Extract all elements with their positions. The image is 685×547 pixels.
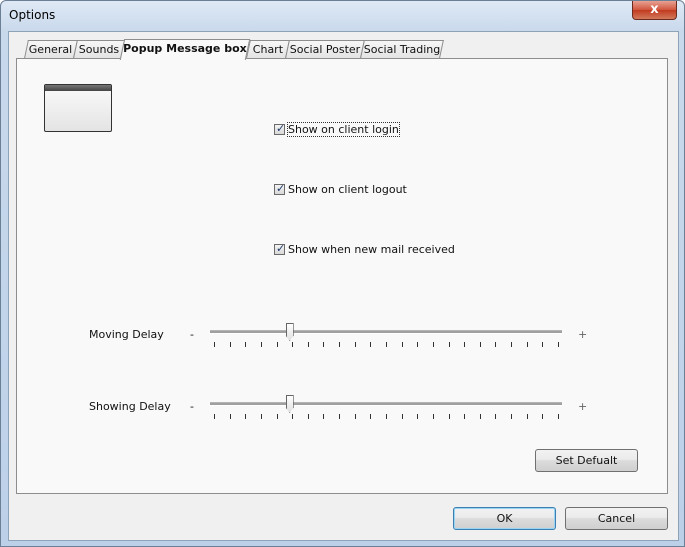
slider-tick bbox=[214, 342, 215, 347]
slider-tick bbox=[432, 414, 434, 419]
slider-tick bbox=[401, 342, 403, 347]
slider-tick bbox=[558, 342, 559, 347]
slider-tick bbox=[542, 342, 544, 347]
showing-delay-max-label: + bbox=[578, 400, 588, 413]
slider-tick bbox=[464, 342, 466, 347]
slider-tick bbox=[245, 342, 247, 347]
checkbox-box[interactable]: ✓ bbox=[274, 241, 286, 255]
slider-tick bbox=[339, 414, 341, 419]
slider-tick bbox=[386, 342, 387, 347]
slider-tick bbox=[526, 414, 528, 419]
slider-tick bbox=[417, 414, 419, 419]
slider-tick bbox=[354, 342, 356, 347]
slider-track bbox=[210, 402, 562, 406]
slider-thumb[interactable] bbox=[285, 395, 294, 413]
slider-tick bbox=[354, 414, 356, 419]
checkbox-box[interactable]: ✓ bbox=[274, 121, 286, 135]
title-bar[interactable]: Options x bbox=[1, 1, 684, 29]
slider-thumb[interactable] bbox=[285, 323, 294, 341]
slider-tick bbox=[526, 342, 528, 347]
window-title: Options bbox=[9, 8, 56, 22]
showing-delay-min-label: - bbox=[190, 400, 194, 413]
tab-social-trading[interactable]: Social Trading bbox=[360, 40, 444, 58]
tab-social-poster[interactable]: Social Poster bbox=[285, 40, 365, 58]
slider-tick bbox=[401, 414, 403, 419]
slider-tick bbox=[307, 342, 309, 347]
slider-track bbox=[210, 330, 562, 334]
slider-tick bbox=[323, 414, 325, 419]
cancel-button[interactable]: Cancel bbox=[565, 507, 668, 530]
popup-window-icon bbox=[44, 84, 112, 132]
slider-tick bbox=[260, 342, 262, 347]
checkbox-label: Show on client login bbox=[287, 121, 400, 137]
slider-tick bbox=[495, 342, 497, 347]
show-on-login-checkbox[interactable]: ✓ Show on client login bbox=[274, 121, 400, 137]
slider-tick bbox=[370, 414, 372, 419]
slider-tick bbox=[479, 414, 481, 419]
moving-delay-slider[interactable] bbox=[210, 323, 562, 356]
close-button[interactable]: x bbox=[632, 1, 677, 20]
slider-tick bbox=[432, 342, 434, 347]
slider-tick bbox=[542, 414, 544, 419]
slider-tick bbox=[276, 342, 278, 347]
showing-delay-label: Showing Delay bbox=[89, 400, 171, 413]
check-icon: ✓ bbox=[276, 181, 286, 195]
ok-button[interactable]: OK bbox=[453, 507, 556, 530]
slider-tick bbox=[214, 414, 215, 419]
checkbox-box[interactable]: ✓ bbox=[274, 181, 286, 195]
slider-tick bbox=[245, 414, 247, 419]
slider-tick bbox=[260, 414, 262, 419]
slider-tick bbox=[464, 414, 466, 419]
tab-popup-message-box[interactable]: Popup Message box bbox=[119, 39, 251, 60]
slider-tick bbox=[292, 414, 294, 419]
slider-tick bbox=[417, 342, 419, 347]
slider-tick bbox=[307, 414, 309, 419]
moving-delay-label: Moving Delay bbox=[89, 328, 164, 341]
slider-tick bbox=[292, 342, 294, 347]
check-icon: ✓ bbox=[276, 121, 286, 135]
slider-tick bbox=[370, 342, 372, 347]
check-icon: ✓ bbox=[276, 241, 286, 255]
slider-tick bbox=[448, 342, 450, 347]
slider-tick bbox=[229, 414, 231, 419]
slider-tick bbox=[448, 414, 450, 419]
tab-sounds[interactable]: Sounds bbox=[73, 40, 125, 58]
checkbox-label: Show when new mail received bbox=[288, 242, 455, 256]
slider-tick bbox=[511, 342, 513, 347]
tab-general[interactable]: General bbox=[24, 40, 78, 58]
moving-delay-max-label: + bbox=[578, 328, 588, 341]
set-default-button[interactable]: Set Defualt bbox=[535, 449, 638, 472]
showing-delay-slider[interactable] bbox=[210, 395, 562, 428]
slider-tick bbox=[495, 414, 497, 419]
show-on-mail-checkbox[interactable]: ✓ Show when new mail received bbox=[274, 241, 455, 257]
tab-chart[interactable]: Chart bbox=[246, 40, 290, 58]
slider-tick bbox=[323, 342, 325, 347]
checkbox-label: Show on client logout bbox=[288, 182, 407, 196]
slider-tick bbox=[276, 414, 278, 419]
slider-tick bbox=[558, 414, 559, 419]
slider-tick bbox=[386, 414, 387, 419]
slider-tick bbox=[229, 342, 231, 347]
slider-tick bbox=[511, 414, 513, 419]
slider-tick bbox=[479, 342, 481, 347]
show-on-logout-checkbox[interactable]: ✓ Show on client logout bbox=[274, 181, 407, 197]
slider-tick bbox=[339, 342, 341, 347]
moving-delay-min-label: - bbox=[190, 328, 194, 341]
close-icon: x bbox=[650, 2, 659, 17]
